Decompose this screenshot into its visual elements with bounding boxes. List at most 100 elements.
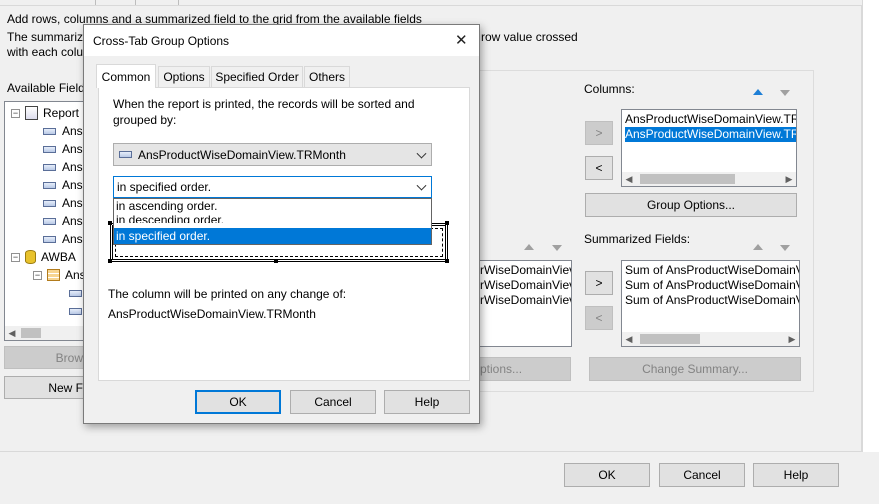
field-icon xyxy=(119,151,132,158)
intro-line-2-right: row value crossed xyxy=(481,30,578,44)
cross-tab-group-options-dialog: Cross-Tab Group Options ✕ Common Options… xyxy=(83,24,480,424)
columns-list[interactable]: AnsProductWiseDomainView.TR AnsProductWi… xyxy=(621,109,797,187)
summarized-list-item[interactable]: Sum of AnsProductWiseDomainV xyxy=(625,293,799,308)
collapse-icon[interactable]: − xyxy=(33,270,42,280)
tree-item[interactable] xyxy=(55,284,83,302)
dialog-cancel-button[interactable]: Cancel xyxy=(290,390,376,414)
tree-item[interactable]: Ans xyxy=(33,176,83,194)
sort-order-dropdown-list[interactable]: in ascending order. in descending order.… xyxy=(113,198,432,245)
tree-item[interactable]: Ans xyxy=(33,194,83,212)
columns-list-item[interactable]: AnsProductWiseDomainView.TR xyxy=(625,112,796,127)
tree-hscroll-thumb[interactable] xyxy=(21,328,41,338)
rows-list-item[interactable]: rWiseDomainViev xyxy=(480,263,571,278)
summarized-move-down-icon[interactable] xyxy=(780,245,790,251)
sort-order-dropdown[interactable]: in specified order. xyxy=(113,176,432,198)
tab-common[interactable]: Common xyxy=(96,64,156,88)
scroll-left-icon[interactable]: ◀ xyxy=(622,172,636,186)
summarized-list-item[interactable]: Sum of AnsProductWiseDomainV xyxy=(625,278,799,293)
scroll-left-icon[interactable]: ◀ xyxy=(622,332,636,346)
field-icon xyxy=(43,235,56,243)
scroll-right-icon[interactable]: ▶ xyxy=(785,332,799,346)
tab-options[interactable]: Options xyxy=(158,66,210,87)
tree-item[interactable]: − Report xyxy=(11,104,79,122)
tree-item-label: Report xyxy=(43,106,80,120)
intro-line-2-left: The summariz xyxy=(7,30,84,44)
group-options-button[interactable]: Group Options... xyxy=(585,193,797,217)
remove-from-summarized-button[interactable]: < xyxy=(585,306,613,330)
row-group-options-button[interactable]: ptions... xyxy=(470,357,571,381)
sort-option-specified[interactable]: in specified order. xyxy=(114,228,431,244)
columns-move-down-icon[interactable] xyxy=(780,90,790,96)
collapse-icon[interactable]: − xyxy=(11,108,20,118)
top-tab-divider xyxy=(95,0,96,5)
tree-item[interactable]: Ans xyxy=(33,230,83,248)
tree-hscroll[interactable]: ◀ xyxy=(5,326,83,340)
sort-option-descending[interactable]: in descending order. xyxy=(114,213,431,223)
columns-list-item-selected[interactable]: AnsProductWiseDomainView.TR xyxy=(625,127,796,142)
tree-item[interactable]: Ans xyxy=(33,122,83,140)
main-cancel-button[interactable]: Cancel xyxy=(659,463,745,487)
tree-item-label: AWBA xyxy=(41,250,76,264)
available-fields-label: Available Field xyxy=(7,81,85,95)
available-fields-tree[interactable]: − Report Ans Ans Ans Ans Ans Ans Ans − AWBA − Ans ◀ xyxy=(4,101,84,341)
field-icon xyxy=(43,145,56,153)
tree-item-label: Ans xyxy=(62,232,83,246)
marquee-handle xyxy=(445,259,449,263)
group-field-value: AnsProductWiseDomainView.TRMonth xyxy=(138,147,346,162)
collapse-icon[interactable]: − xyxy=(11,252,20,262)
add-to-summarized-button[interactable]: > xyxy=(585,271,613,295)
new-formula-button[interactable]: New F xyxy=(4,376,84,399)
rows-move-down-icon[interactable] xyxy=(552,245,562,251)
tab-others[interactable]: Others xyxy=(304,66,350,87)
tree-item[interactable]: Ans xyxy=(33,158,83,176)
columns-move-up-icon[interactable] xyxy=(753,89,763,95)
chevron-down-icon xyxy=(416,180,427,191)
browse-data-button[interactable]: Brow xyxy=(4,346,84,369)
columns-label: Columns: xyxy=(584,82,635,96)
tree-item[interactable]: − AWBA xyxy=(11,248,76,266)
tree-item-label: Ans xyxy=(62,196,83,210)
summarized-hscroll-thumb[interactable] xyxy=(640,334,700,344)
main-ok-button[interactable]: OK xyxy=(564,463,650,487)
close-icon[interactable]: ✕ xyxy=(455,31,468,49)
dialog-title-bar: Cross-Tab Group Options ✕ xyxy=(84,25,479,56)
sort-option-ascending[interactable]: in ascending order. xyxy=(114,199,431,214)
scroll-left-icon[interactable]: ◀ xyxy=(5,326,19,340)
field-icon xyxy=(69,289,82,297)
summarized-fields-label: Summarized Fields: xyxy=(584,232,691,246)
columns-hscroll-thumb[interactable] xyxy=(640,174,735,184)
group-field-dropdown[interactable]: AnsProductWiseDomainView.TRMonth xyxy=(113,143,432,166)
rows-move-up-icon[interactable] xyxy=(524,244,534,250)
marquee-handle xyxy=(108,259,112,263)
rows-list-item[interactable]: rWiseDomainViev xyxy=(480,293,571,308)
top-tab-divider xyxy=(135,0,136,5)
rows-list[interactable]: rWiseDomainViev rWiseDomainViev rWiseDom… xyxy=(470,260,572,347)
tree-item[interactable]: − Ans xyxy=(33,266,84,284)
tree-item[interactable]: Ans xyxy=(33,212,83,230)
rows-list-item[interactable]: rWiseDomainViev xyxy=(480,278,571,293)
field-icon xyxy=(69,307,82,315)
tab-specified-order[interactable]: Specified Order xyxy=(211,66,303,87)
dialog-title: Cross-Tab Group Options xyxy=(93,34,230,48)
tree-item[interactable] xyxy=(55,302,83,320)
summarized-fields-list[interactable]: Sum of AnsProductWiseDomainV Sum of AnsP… xyxy=(621,260,800,347)
common-tab-panel: When the report is printed, the records … xyxy=(98,87,470,381)
remove-from-columns-button[interactable]: < xyxy=(585,156,613,180)
right-edge-panel xyxy=(862,0,879,452)
summarized-move-up-icon[interactable] xyxy=(753,244,763,250)
tree-item-label: Ans xyxy=(65,268,84,282)
summarized-hscroll[interactable]: ◀ ▶ xyxy=(622,332,799,346)
table-icon xyxy=(47,269,60,281)
scroll-right-icon[interactable]: ▶ xyxy=(782,172,796,186)
dialog-ok-button[interactable]: OK xyxy=(195,390,281,414)
print-change-label: The column will be printed on any change… xyxy=(108,287,347,301)
dialog-help-button[interactable]: Help xyxy=(384,390,470,414)
main-help-button[interactable]: Help xyxy=(753,463,839,487)
columns-hscroll[interactable]: ◀ ▶ xyxy=(622,172,796,186)
marquee-handle xyxy=(274,259,278,263)
change-summary-button[interactable]: Change Summary... xyxy=(589,357,801,381)
field-icon xyxy=(43,163,56,171)
summarized-list-item[interactable]: Sum of AnsProductWiseDomainV xyxy=(625,263,799,278)
add-to-columns-button[interactable]: > xyxy=(585,121,613,145)
tree-item[interactable]: Ans xyxy=(33,140,83,158)
